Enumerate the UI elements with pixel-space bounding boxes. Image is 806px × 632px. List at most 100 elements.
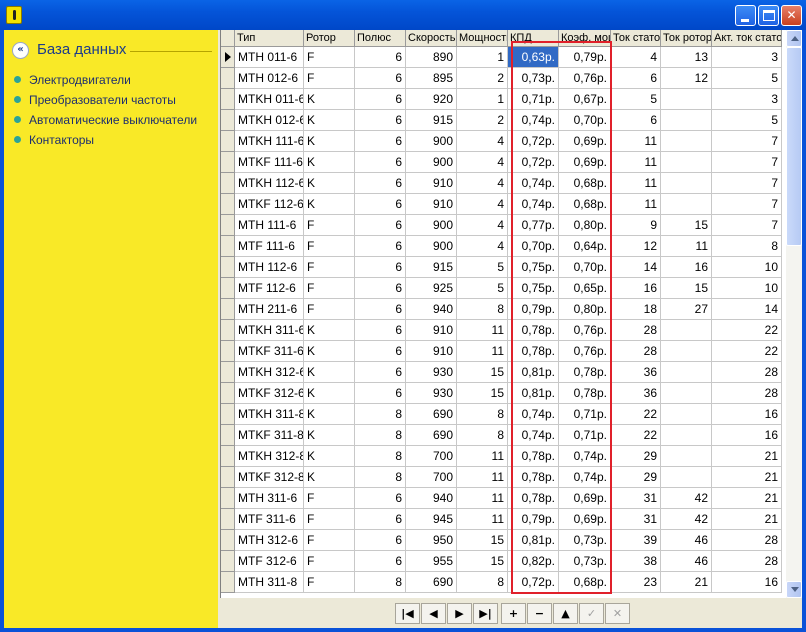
table-cell[interactable]: 4 (457, 194, 508, 215)
table-cell[interactable] (661, 320, 712, 341)
row-indicator[interactable] (221, 551, 235, 572)
table-cell[interactable]: 31 (611, 488, 661, 509)
row-indicator[interactable] (221, 572, 235, 593)
table-cell[interactable]: 5 (611, 89, 661, 110)
table-cell[interactable]: 12 (611, 236, 661, 257)
table-cell[interactable]: K (304, 320, 355, 341)
table-cell[interactable]: 6 (355, 341, 406, 362)
table-cell[interactable]: 11 (661, 236, 712, 257)
table-cell[interactable]: MTF 111-6 (235, 236, 304, 257)
table-cell[interactable]: 0,68р. (559, 194, 611, 215)
table-cell[interactable]: 21 (712, 467, 782, 488)
table-cell[interactable]: MTF 112-6 (235, 278, 304, 299)
table-cell[interactable]: 0,78р. (508, 488, 559, 509)
table-cell[interactable]: 28 (611, 320, 661, 341)
table-cell[interactable]: 8 (712, 236, 782, 257)
table-cell[interactable]: 0,73р. (559, 530, 611, 551)
table-cell[interactable]: 11 (611, 152, 661, 173)
table-cell[interactable]: 0,78р. (508, 446, 559, 467)
row-indicator[interactable] (221, 89, 235, 110)
table-cell[interactable]: 11 (457, 446, 508, 467)
table-cell[interactable]: 950 (406, 530, 457, 551)
table-cell[interactable]: 925 (406, 278, 457, 299)
table-cell[interactable]: 21 (661, 572, 712, 593)
sidebar-item-contactors[interactable]: Контакторы (14, 133, 94, 151)
table-cell[interactable]: MTH 111-6 (235, 215, 304, 236)
row-indicator[interactable] (221, 320, 235, 341)
table-cell[interactable]: 0,74р. (508, 404, 559, 425)
collapse-chevron-up-icon[interactable]: « (12, 42, 29, 59)
table-cell[interactable]: 0,64р. (559, 236, 611, 257)
edit-record-button[interactable]: ▲ (553, 603, 578, 624)
table-cell[interactable]: F (304, 257, 355, 278)
table-cell[interactable]: F (304, 47, 355, 68)
table-cell[interactable]: 0,73р. (559, 551, 611, 572)
table-cell[interactable]: 910 (406, 341, 457, 362)
table-cell[interactable]: 8 (457, 572, 508, 593)
table-cell[interactable]: 9 (611, 215, 661, 236)
table-cell[interactable]: 0,73р. (508, 68, 559, 89)
table-cell[interactable]: 38 (611, 551, 661, 572)
table-cell[interactable]: 0,72р. (508, 152, 559, 173)
table-cell[interactable]: 700 (406, 446, 457, 467)
table-cell[interactable]: K (304, 173, 355, 194)
row-indicator[interactable] (221, 131, 235, 152)
table-cell[interactable] (661, 425, 712, 446)
table-cell[interactable]: 28 (611, 341, 661, 362)
table-cell[interactable]: 6 (611, 68, 661, 89)
row-indicator[interactable] (221, 194, 235, 215)
row-indicator[interactable] (221, 215, 235, 236)
table-cell[interactable]: 5 (712, 68, 782, 89)
table-cell[interactable]: 0,71р. (559, 425, 611, 446)
row-indicator[interactable] (221, 383, 235, 404)
table-cell[interactable]: 29 (611, 446, 661, 467)
table-cell[interactable]: 15 (661, 278, 712, 299)
table-cell[interactable]: MTH 112-6 (235, 257, 304, 278)
app-icon[interactable] (6, 6, 22, 24)
col-active-stator-current-header[interactable]: Акт. ток статора (712, 30, 782, 47)
table-cell[interactable]: 6 (355, 299, 406, 320)
col-efficiency-header[interactable]: КПД (508, 30, 559, 47)
table-cell[interactable]: 14 (611, 257, 661, 278)
table-cell[interactable]: 10 (712, 257, 782, 278)
table-cell[interactable]: 18 (611, 299, 661, 320)
minimize-button[interactable] (735, 5, 756, 26)
table-cell[interactable]: 6 (355, 362, 406, 383)
table-cell[interactable] (661, 446, 712, 467)
row-indicator[interactable] (221, 362, 235, 383)
table-cell[interactable]: 11 (611, 173, 661, 194)
table-cell[interactable]: K (304, 152, 355, 173)
table-cell[interactable]: 15 (457, 383, 508, 404)
sidebar-item-motors[interactable]: Электродвигатели (14, 73, 131, 91)
table-cell[interactable]: MTKH 112-6 (235, 173, 304, 194)
table-cell[interactable]: MTKH 311-6 (235, 320, 304, 341)
table-cell[interactable] (661, 194, 712, 215)
table-cell[interactable]: 6 (355, 278, 406, 299)
table-cell[interactable]: F (304, 299, 355, 320)
table-cell[interactable]: 690 (406, 404, 457, 425)
col-rotor-header[interactable]: Ротор (304, 30, 355, 47)
table-cell[interactable]: 0,75р. (508, 257, 559, 278)
table-cell[interactable]: K (304, 446, 355, 467)
table-cell[interactable]: K (304, 425, 355, 446)
table-cell[interactable]: MTKH 012-6 (235, 110, 304, 131)
table-cell[interactable]: 21 (712, 509, 782, 530)
table-cell[interactable]: F (304, 68, 355, 89)
scroll-thumb[interactable] (786, 47, 802, 246)
table-cell[interactable]: F (304, 278, 355, 299)
table-cell[interactable]: 0,70р. (508, 236, 559, 257)
table-cell[interactable]: 0,79р. (508, 299, 559, 320)
table-cell[interactable]: 22 (712, 341, 782, 362)
table-cell[interactable]: 895 (406, 68, 457, 89)
table-cell[interactable]: 6 (355, 509, 406, 530)
table-cell[interactable]: 6 (355, 173, 406, 194)
col-speed-header[interactable]: Скорость (406, 30, 457, 47)
table-cell[interactable]: MTKH 111-6 (235, 131, 304, 152)
table-cell[interactable]: F (304, 551, 355, 572)
row-indicator[interactable] (221, 236, 235, 257)
table-cell[interactable]: 0,76р. (559, 341, 611, 362)
table-cell[interactable] (661, 404, 712, 425)
table-cell[interactable]: 14 (712, 299, 782, 320)
table-cell[interactable]: 28 (712, 530, 782, 551)
table-cell[interactable] (661, 173, 712, 194)
